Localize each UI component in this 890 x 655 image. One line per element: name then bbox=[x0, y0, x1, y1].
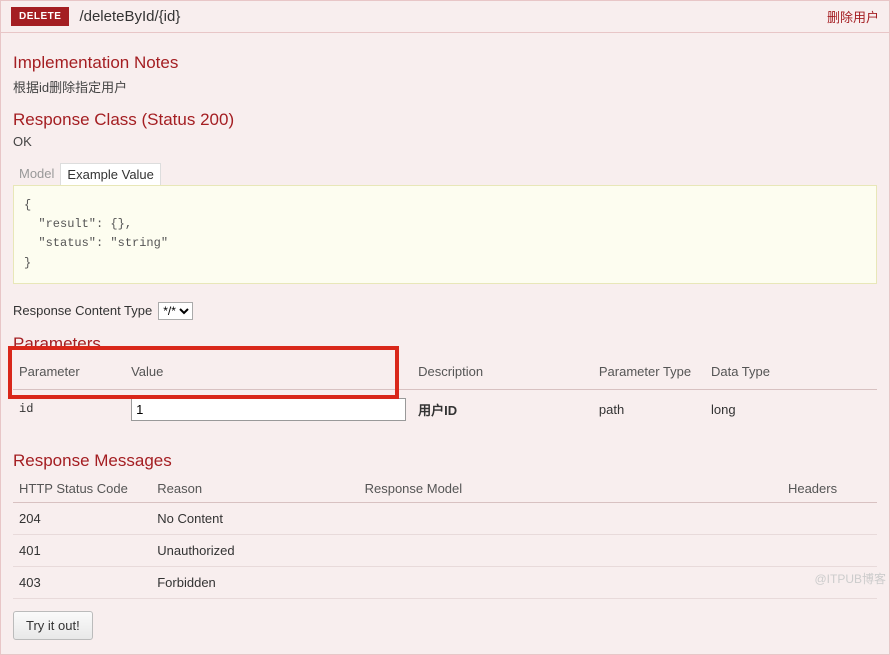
response-tabs: Model Example Value bbox=[13, 163, 877, 185]
table-row: 403 Forbidden bbox=[13, 566, 877, 598]
params-header-value: Value bbox=[125, 358, 412, 390]
resp-reason: Forbidden bbox=[151, 566, 358, 598]
resp-header-headers: Headers bbox=[782, 475, 877, 503]
response-content-type-select[interactable]: */* bbox=[158, 302, 193, 320]
parameters-table: Parameter Value Description Parameter Ty… bbox=[13, 358, 877, 429]
resp-code: 401 bbox=[13, 534, 151, 566]
params-header-paramtype: Parameter Type bbox=[593, 358, 705, 390]
table-row: 204 No Content bbox=[13, 502, 877, 534]
param-description: 用户ID bbox=[412, 389, 593, 429]
table-row: 401 Unauthorized bbox=[13, 534, 877, 566]
parameters-title: Parameters bbox=[13, 334, 877, 354]
params-header-datatype: Data Type bbox=[705, 358, 877, 390]
param-type: path bbox=[593, 389, 705, 429]
resp-header-model: Response Model bbox=[359, 475, 782, 503]
operation-summary: 删除用户 bbox=[827, 7, 879, 26]
param-value-cell bbox=[125, 389, 412, 429]
param-datatype: long bbox=[705, 389, 877, 429]
response-content-type-row: Response Content Type */* bbox=[13, 302, 877, 320]
operation-header[interactable]: DELETE /deleteById/{id} 删除用户 bbox=[1, 1, 889, 33]
implementation-notes-title: Implementation Notes bbox=[13, 53, 877, 73]
operation-content: Implementation Notes 根据id删除指定用户 Response… bbox=[1, 33, 889, 654]
example-value-box[interactable]: { "result": {}, "status": "string" } bbox=[13, 185, 877, 284]
resp-reason: Unauthorized bbox=[151, 534, 358, 566]
resp-code: 204 bbox=[13, 502, 151, 534]
resp-reason: No Content bbox=[151, 502, 358, 534]
resp-header-code: HTTP Status Code bbox=[13, 475, 151, 503]
tab-model[interactable]: Model bbox=[13, 163, 60, 185]
response-class-status: OK bbox=[13, 134, 877, 149]
response-messages-table: HTTP Status Code Reason Response Model H… bbox=[13, 475, 877, 599]
params-header-parameter: Parameter bbox=[13, 358, 125, 390]
implementation-notes-text: 根据id删除指定用户 bbox=[13, 77, 877, 96]
param-name: id bbox=[13, 389, 125, 429]
params-header-description: Description bbox=[412, 358, 593, 390]
resp-code: 403 bbox=[13, 566, 151, 598]
response-class-title: Response Class (Status 200) bbox=[13, 110, 877, 130]
endpoint-path: /deleteById/{id} bbox=[79, 8, 827, 25]
method-badge: DELETE bbox=[11, 7, 69, 26]
param-value-input[interactable] bbox=[131, 398, 406, 421]
tab-example-value[interactable]: Example Value bbox=[60, 163, 160, 185]
resp-header-reason: Reason bbox=[151, 475, 358, 503]
response-content-type-label: Response Content Type bbox=[13, 303, 152, 318]
response-messages-title: Response Messages bbox=[13, 451, 877, 471]
try-it-out-button[interactable]: Try it out! bbox=[13, 611, 93, 640]
table-row: id 用户ID path long bbox=[13, 389, 877, 429]
watermark: @ITPUB博客 bbox=[814, 570, 886, 587]
operation-panel: DELETE /deleteById/{id} 删除用户 Implementat… bbox=[0, 0, 890, 655]
